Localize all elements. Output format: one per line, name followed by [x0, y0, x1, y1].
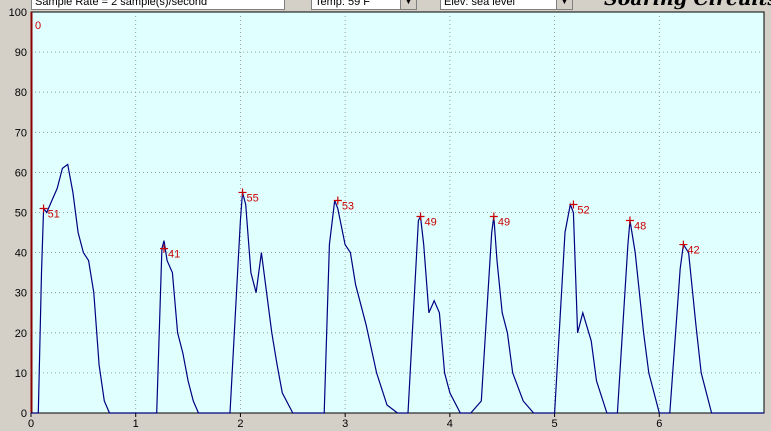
y-tick-label: 10 — [15, 368, 27, 380]
peak-label: 41 — [168, 249, 180, 261]
y-tick-label: 40 — [15, 248, 27, 260]
chevron-down-icon[interactable]: ▼ — [400, 0, 416, 9]
y-tick-label: 30 — [15, 288, 27, 300]
y-tick-label: 90 — [15, 47, 27, 59]
plot-area — [30, 11, 765, 414]
y-tick-label: 50 — [15, 208, 27, 220]
x-tick-label: 1 — [133, 418, 139, 430]
chevron-down-icon[interactable]: ▼ — [556, 0, 572, 9]
elevation-text: Elev: sea level — [444, 0, 515, 8]
elevation-select[interactable]: Elev: sea level ▼ — [440, 0, 573, 10]
peak-label: 49 — [498, 217, 510, 229]
brand-logo: Soaring Circuits — [604, 0, 771, 10]
y-tick-label: 60 — [15, 167, 27, 179]
x-tick-label: 2 — [237, 418, 243, 430]
temperature-text: Temp: 59 F — [315, 0, 371, 8]
peak-label: 53 — [342, 200, 354, 212]
x-tick-label: 6 — [656, 418, 662, 430]
chart-marker-label: 0 — [35, 20, 41, 32]
x-tick-label: 4 — [447, 418, 453, 430]
y-tick-label: 20 — [15, 328, 27, 340]
x-tick-label: 3 — [342, 418, 348, 430]
peak-label: 42 — [687, 245, 699, 257]
y-axis: 0102030405060708090100 — [9, 7, 27, 420]
peak-label: 51 — [48, 208, 60, 220]
sample-rate-text: Sample Rate = 2 sample(s)/second — [35, 0, 208, 8]
peak-label: 52 — [577, 204, 589, 216]
y-tick-label: 70 — [15, 127, 27, 139]
y-tick-label: 0 — [21, 408, 27, 420]
y-tick-label: 80 — [15, 87, 27, 99]
x-tick-label: 0 — [28, 418, 34, 430]
x-axis: 0 1 2 3 4 5 6 — [28, 413, 662, 430]
peak-label: 49 — [425, 217, 437, 229]
sample-rate-field[interactable]: Sample Rate = 2 sample(s)/second — [31, 0, 285, 10]
toolbar: Sample Rate = 2 sample(s)/second Temp: 5… — [0, 0, 771, 12]
peak-label: 55 — [247, 192, 259, 204]
temperature-select[interactable]: Temp: 59 F ▼ — [311, 0, 417, 10]
x-tick-label: 5 — [552, 418, 558, 430]
peak-label: 48 — [634, 221, 646, 233]
chart: 0102030405060708090100 0123456 514155534… — [9, 7, 765, 430]
